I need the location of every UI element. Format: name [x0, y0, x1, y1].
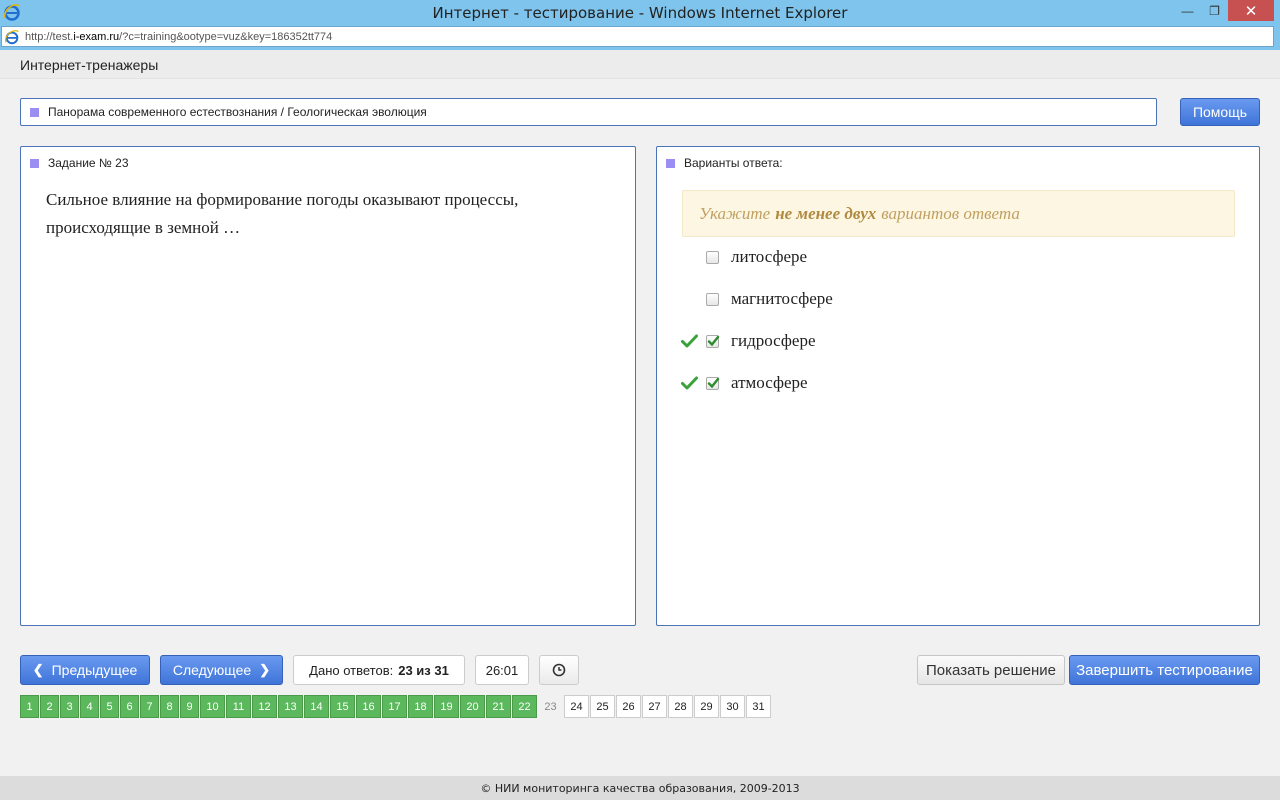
page-button-20[interactable]: 20: [460, 695, 485, 718]
page-button-8[interactable]: 8: [160, 695, 179, 718]
window-titlebar: Интернет - тестирование - Windows Intern…: [0, 0, 1280, 25]
answers-panel: Варианты ответа: Укажите не менее двух в…: [656, 146, 1260, 626]
page-button-6[interactable]: 6: [120, 695, 139, 718]
answered-label: Дано ответов:: [309, 662, 394, 678]
answer-hint: Укажите не менее двух вариантов ответа: [682, 190, 1235, 237]
window-title: Интернет - тестирование - Windows Intern…: [432, 3, 848, 22]
hint-text-after: вариантов ответа: [881, 203, 1020, 223]
bullet-square-icon: [30, 107, 39, 117]
answer-checkbox[interactable]: [706, 334, 720, 348]
page-favicon-icon: [5, 29, 19, 44]
page-button-15[interactable]: 15: [330, 695, 355, 718]
app-name: Интернет-тренажеры: [20, 57, 159, 73]
mark-placeholder: [681, 291, 700, 307]
page-button-17[interactable]: 17: [382, 695, 407, 718]
mark-placeholder: [681, 249, 700, 265]
page-button-11[interactable]: 11: [226, 695, 251, 718]
page-button-24[interactable]: 24: [564, 695, 589, 718]
bullet-square-icon: [666, 158, 675, 168]
question-pager: 1 2 3 4 5 6 7 8 9 10 11 12 13 14 15 16 17 18 19 20 21 22 23 24 2…: [20, 695, 772, 718]
answered-counter: Дано ответов: 23 из 31: [293, 655, 465, 685]
page-button-21[interactable]: 21: [486, 695, 511, 718]
correct-checkmark-icon: [681, 333, 700, 349]
page-button-1[interactable]: 1: [20, 695, 39, 718]
page-button-3[interactable]: 3: [60, 695, 79, 718]
address-bar: http://test.i-exam.ru/?c=training&ootype…: [0, 25, 1280, 50]
next-button[interactable]: Следующее ❯: [160, 655, 283, 685]
page-button-12[interactable]: 12: [252, 695, 277, 718]
correct-checkmark-icon: [681, 375, 700, 391]
page-button-22[interactable]: 22: [512, 695, 537, 718]
page-button-2[interactable]: 2: [40, 695, 59, 718]
page-button-7[interactable]: 7: [140, 695, 159, 718]
page-button-31[interactable]: 31: [746, 695, 771, 718]
restore-button[interactable]: ❐: [1201, 0, 1228, 21]
answer-option[interactable]: магнитосфере: [681, 287, 833, 311]
page-button-28[interactable]: 28: [668, 695, 693, 718]
hint-text-bold: не менее двух: [775, 203, 877, 223]
answer-label: гидросфере: [731, 331, 816, 350]
answer-label: магнитосфере: [731, 289, 833, 308]
help-button[interactable]: Помощь: [1180, 98, 1260, 126]
finish-test-button[interactable]: Завершить тестирование: [1069, 655, 1260, 685]
page-button-26[interactable]: 26: [616, 695, 641, 718]
question-text: Сильное влияние на формирование погоды о…: [46, 190, 519, 237]
answer-checkbox[interactable]: [706, 292, 719, 306]
answer-label: атмосфере: [731, 373, 808, 392]
url-text: http://test.i-exam.ru/?c=training&ootype…: [25, 30, 333, 43]
page-button-23[interactable]: 23: [538, 695, 563, 718]
answer-option[interactable]: литосфере: [681, 245, 807, 269]
page-button-13[interactable]: 13: [278, 695, 303, 718]
answers-heading-row: Варианты ответа:: [657, 147, 1259, 170]
answer-checkbox[interactable]: [706, 250, 719, 264]
previous-label: Предыдущее: [51, 662, 138, 678]
page-button-10[interactable]: 10: [200, 695, 225, 718]
page-button-4[interactable]: 4: [80, 695, 99, 718]
breadcrumb: Панорама современного естествознания / Г…: [20, 98, 1157, 126]
chevron-right-icon: ❯: [259, 662, 271, 677]
close-button[interactable]: ✕: [1228, 0, 1274, 21]
answer-option[interactable]: гидросфере: [681, 329, 816, 353]
page-button-29[interactable]: 29: [694, 695, 719, 718]
page-button-27[interactable]: 27: [642, 695, 667, 718]
show-solution-button[interactable]: Показать решение: [917, 655, 1065, 685]
window-controls: — ❐ ✕: [1174, 0, 1280, 21]
footer: © НИИ мониторинга качества образования, …: [0, 776, 1280, 800]
next-label: Следующее: [172, 662, 252, 678]
page-button-9[interactable]: 9: [180, 695, 199, 718]
page-button-30[interactable]: 30: [720, 695, 745, 718]
answers-heading: Варианты ответа:: [684, 156, 783, 170]
answer-option[interactable]: атмосфере: [681, 371, 808, 395]
timer-toggle-button[interactable]: [539, 655, 579, 685]
page-button-25[interactable]: 25: [590, 695, 615, 718]
page-button-14[interactable]: 14: [304, 695, 329, 718]
answered-value: 23 из 31: [398, 662, 449, 678]
chevron-left-icon: ❮: [32, 662, 44, 677]
page-button-18[interactable]: 18: [408, 695, 433, 718]
page-button-16[interactable]: 16: [356, 695, 381, 718]
answer-checkbox[interactable]: [706, 376, 720, 390]
task-panel: Задание № 23 Сильное влияние на формиров…: [20, 146, 636, 626]
breadcrumb-text: Панорама современного естествознания / Г…: [48, 105, 427, 119]
task-heading-row: Задание № 23: [21, 147, 635, 170]
minimize-button[interactable]: —: [1174, 0, 1201, 21]
page-button-19[interactable]: 19: [434, 695, 459, 718]
clock-icon: [552, 663, 566, 677]
timer-display: 26:01: [475, 655, 529, 685]
answer-label: литосфере: [731, 247, 808, 266]
internet-explorer-icon: [4, 4, 20, 21]
bullet-square-icon: [30, 158, 39, 168]
task-heading: Задание № 23: [48, 156, 129, 170]
hint-text-before: Укажите: [699, 203, 771, 223]
url-field[interactable]: http://test.i-exam.ru/?c=training&ootype…: [1, 26, 1274, 47]
previous-button[interactable]: ❮ Предыдущее: [20, 655, 150, 685]
app-header: Интернет-тренажеры: [0, 50, 1280, 79]
page-button-5[interactable]: 5: [100, 695, 119, 718]
